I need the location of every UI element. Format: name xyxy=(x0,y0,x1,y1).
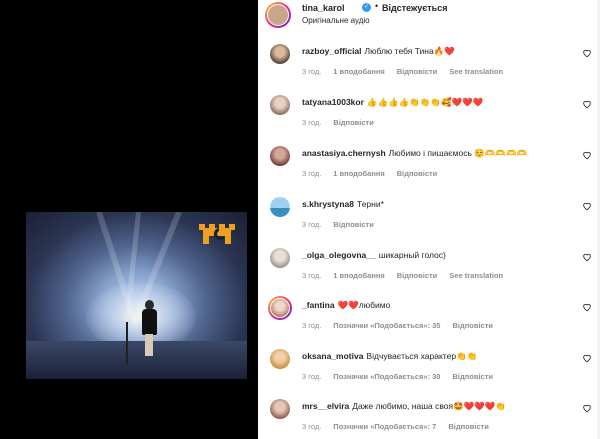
comment-body: tatyana1003kor 👍👍👍👍👏👏👏🥰❤️❤️❤️ xyxy=(302,97,483,108)
reply-button[interactable]: Відповісти xyxy=(397,169,438,178)
comment-item: razboy_official Люблю тебя Тина🔥❤️ 3 год.… xyxy=(258,40,600,90)
channel-logo-icon xyxy=(199,224,235,244)
comment-text: Даже любимо, наша своя🤩❤️❤️❤️👏 xyxy=(352,401,507,411)
avatar[interactable] xyxy=(270,349,290,369)
reply-button[interactable]: Відповісти xyxy=(397,271,438,280)
comment-likes[interactable]: 1 вподобання xyxy=(333,169,384,178)
comment-body: s.khrystyna8 Терни* xyxy=(302,199,384,209)
reply-button[interactable]: Відповісти xyxy=(452,372,493,381)
comment-item: mrs__elvira Даже любимо, наша своя🤩❤️❤️❤️… xyxy=(258,395,600,439)
comment-meta: 3 год. Відповісти xyxy=(302,118,386,127)
comment-username[interactable]: s.khrystyna8 xyxy=(302,199,354,209)
comment-time: 3 год. xyxy=(302,169,322,178)
comment-text: 👍👍👍👍👏👏👏🥰❤️❤️❤️ xyxy=(366,97,484,107)
heart-outline-icon[interactable] xyxy=(582,201,592,211)
media-panel xyxy=(0,0,258,439)
comment-username[interactable]: _fantina xyxy=(302,300,335,310)
reply-button[interactable]: Відповісти xyxy=(397,67,438,76)
reply-button[interactable]: Відповісти xyxy=(333,220,374,229)
avatar[interactable] xyxy=(270,44,290,64)
comments-panel: tina_karol ✓ • Відстежується Оригінальне… xyxy=(258,0,600,439)
performer-figure xyxy=(140,300,158,356)
comment-meta: 3 год. Позначки «Подобається»: 30 Відповіс… xyxy=(302,372,505,381)
heart-outline-icon[interactable] xyxy=(582,48,592,58)
comment-username[interactable]: tatyana1003kor xyxy=(302,97,364,107)
comment-meta: 3 год. 1 вподобання Відповісти xyxy=(302,169,449,178)
comment-username[interactable]: _olga_olegovna__ xyxy=(302,250,376,260)
avatar[interactable] xyxy=(270,248,290,268)
comment-username[interactable]: razboy_official xyxy=(302,46,362,56)
avatar[interactable] xyxy=(270,298,290,318)
story-ring[interactable] xyxy=(268,296,292,320)
comment-likes[interactable]: 1 вподобання xyxy=(333,67,384,76)
reply-button[interactable]: Відповісти xyxy=(448,422,489,431)
video-player[interactable] xyxy=(26,212,247,379)
comment-body: anastasiya.chernysh Любимо і пишаємось ☺️… xyxy=(302,148,527,159)
comment-text: ❤️❤️любимо xyxy=(337,300,391,310)
comment-body: razboy_official Люблю тебя Тина🔥❤️ xyxy=(302,46,455,57)
comment-text: Люблю тебя Тина🔥❤️ xyxy=(364,46,455,56)
post-header: tina_karol ✓ • Відстежується Оригінальне… xyxy=(258,0,600,32)
stage-floor xyxy=(26,341,247,379)
comment-item: anastasiya.chernysh Любимо і пишаємось ☺️… xyxy=(258,142,600,192)
comment-username[interactable]: oksana_motiva xyxy=(302,351,363,361)
comment-likes[interactable]: Позначки «Подобається»: 35 xyxy=(333,321,440,330)
following-button[interactable]: Відстежується xyxy=(382,3,447,13)
heart-outline-icon[interactable] xyxy=(582,150,592,160)
heart-outline-icon[interactable] xyxy=(582,403,592,413)
comment-likes[interactable]: 1 вподобання xyxy=(333,271,384,280)
comment-time: 3 год. xyxy=(302,372,322,381)
comment-text: Відчувається характер👏👏 xyxy=(366,351,478,361)
comment-body: _fantina ❤️❤️любимо xyxy=(302,300,390,311)
verified-badge-icon: ✓ xyxy=(362,3,371,12)
comment-time: 3 год. xyxy=(302,220,322,229)
comment-meta: 3 год. Позначки «Подобається»: 7 Відповіст… xyxy=(302,422,501,431)
comment-item: tatyana1003kor 👍👍👍👍👏👏👏🥰❤️❤️❤️ 3 год. Відпо… xyxy=(258,91,600,141)
comment-body: oksana_motiva Відчувається характер👏👏 xyxy=(302,351,477,362)
comment-meta: 3 год. Відповісти xyxy=(302,220,386,229)
comment-text: Любимо і пишаємось ☺️🫶🫶🫶🫶 xyxy=(388,148,528,158)
comment-username[interactable]: mrs__elvira xyxy=(302,401,349,411)
comment-username[interactable]: anastasiya.chernysh xyxy=(302,148,386,158)
comment-meta: 3 год. 1 вподобання Відповісти See translat… xyxy=(302,67,515,76)
comment-time: 3 год. xyxy=(302,67,322,76)
comment-time: 3 год. xyxy=(302,118,322,127)
comment-meta: 3 год. 1 вподобання Відповісти See translat… xyxy=(302,271,515,280)
comment-likes[interactable]: Позначки «Подобається»: 7 xyxy=(333,422,436,431)
comment-item: s.khrystyna8 Терни* 3 год. Відповісти xyxy=(258,193,600,243)
comment-time: 3 год. xyxy=(302,422,322,431)
avatar[interactable] xyxy=(270,146,290,166)
avatar[interactable] xyxy=(270,197,290,217)
original-audio-link[interactable]: Оригінальне аудіо xyxy=(302,16,370,25)
heart-outline-icon[interactable] xyxy=(582,252,592,262)
heart-outline-icon[interactable] xyxy=(582,99,592,109)
avatar[interactable] xyxy=(270,399,290,419)
comment-text: шикарный голос) xyxy=(378,250,446,260)
reply-button[interactable]: Відповісти xyxy=(452,321,493,330)
mic-stand xyxy=(126,322,128,364)
avatar[interactable] xyxy=(270,95,290,115)
author-username[interactable]: tina_karol xyxy=(302,3,345,13)
author-avatar[interactable] xyxy=(265,2,291,28)
comment-item: _fantina ❤️❤️любимо 3 год. Позначки «Подоб… xyxy=(258,294,600,344)
comment-time: 3 год. xyxy=(302,271,322,280)
comment-body: mrs__elvira Даже любимо, наша своя🤩❤️❤️❤️… xyxy=(302,401,506,412)
see-translation-link[interactable]: See translation xyxy=(449,67,503,76)
comment-item: oksana_motiva Відчувається характер👏👏 3 г… xyxy=(258,345,600,395)
comment-time: 3 год. xyxy=(302,321,322,330)
comment-likes[interactable]: Позначки «Подобається»: 30 xyxy=(333,372,440,381)
heart-outline-icon[interactable] xyxy=(582,353,592,363)
reply-button[interactable]: Відповісти xyxy=(333,118,374,127)
comment-item: _olga_olegovna__ шикарный голос) 3 год. 1 … xyxy=(258,244,600,294)
heart-outline-icon[interactable] xyxy=(582,302,592,312)
comment-text: Терни* xyxy=(356,199,384,209)
separator-dot: • xyxy=(375,1,379,11)
see-translation-link[interactable]: See translation xyxy=(449,271,503,280)
comment-meta: 3 год. Позначки «Подобається»: 35 Відповіс… xyxy=(302,321,505,330)
comment-body: _olga_olegovna__ шикарный голос) xyxy=(302,250,446,260)
